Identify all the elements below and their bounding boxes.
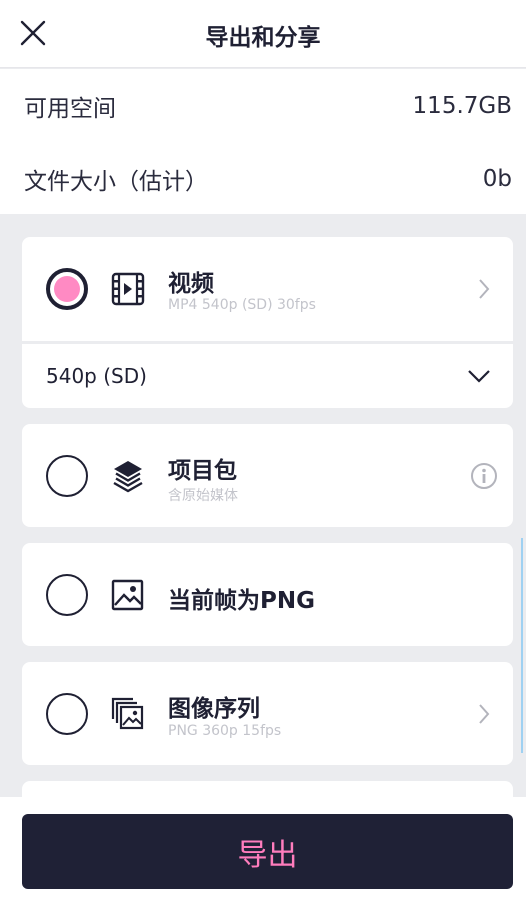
file-size-value: 0b — [482, 166, 512, 192]
option-project[interactable]: 项目包 含原始媒体 — [22, 424, 513, 527]
image-icon — [111, 579, 144, 611]
resolution-dropdown[interactable]: 540p (SD) — [22, 344, 513, 408]
option-video[interactable]: 视频 MP4 540p (SD) 30fps — [22, 237, 513, 341]
available-space-row: 可用空间 115.7GB — [24, 86, 512, 126]
export-bar: 导出 — [0, 797, 526, 905]
project-radio[interactable] — [46, 455, 88, 497]
file-size-label: 文件大小（估计） — [24, 169, 208, 195]
film-icon — [111, 272, 145, 306]
available-space-label: 可用空间 — [24, 96, 116, 122]
scroll-indicator — [521, 538, 523, 753]
available-space-value: 115.7GB — [412, 93, 512, 119]
chevron-right-icon[interactable] — [477, 278, 491, 300]
video-subtitle: MP4 540p (SD) 30fps — [168, 297, 316, 313]
image-sequence-radio[interactable] — [46, 693, 88, 735]
file-size-row: 文件大小（估计） 0b — [24, 159, 512, 199]
resolution-value: 540p (SD) — [46, 364, 147, 388]
layers-icon — [113, 461, 143, 493]
storage-info-panel: 可用空间 115.7GB 文件大小（估计） 0b — [0, 69, 526, 214]
project-title: 项目包 — [168, 458, 237, 484]
top-bar: 导出和分享 — [0, 0, 526, 68]
chevron-right-icon[interactable] — [477, 703, 491, 725]
video-title: 视频 — [168, 271, 214, 297]
image-sequence-subtitle: PNG 360p 15fps — [168, 723, 282, 739]
export-button[interactable]: 导出 — [22, 814, 513, 889]
page-title: 导出和分享 — [205, 25, 321, 51]
png-frame-radio[interactable] — [46, 574, 88, 616]
video-radio[interactable] — [46, 268, 88, 310]
option-image-sequence[interactable]: 图像序列 PNG 360p 15fps — [22, 662, 513, 765]
option-png-frame[interactable]: 当前帧为PNG — [22, 543, 513, 646]
png-frame-title: 当前帧为PNG — [168, 588, 315, 614]
project-subtitle: 含原始媒体 — [168, 488, 238, 504]
info-icon[interactable] — [470, 462, 498, 490]
image-stack-icon — [111, 697, 144, 730]
image-sequence-title: 图像序列 — [168, 696, 260, 722]
chevron-down-icon — [468, 370, 490, 383]
